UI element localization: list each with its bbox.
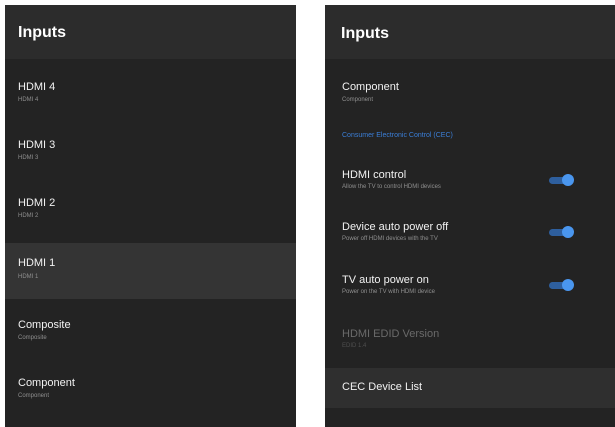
panel-header: Inputs	[325, 5, 615, 59]
setting-subtitle: Power on the TV with HDMI device	[342, 289, 435, 295]
toggle-knob	[562, 174, 574, 186]
component-title: Component	[342, 81, 399, 93]
input-item-subtitle: Component	[18, 393, 50, 399]
setting-title: HDMI control	[342, 169, 407, 181]
component-item[interactable]: Component Component	[325, 69, 615, 115]
tv-auto-power-on-toggle[interactable]	[547, 279, 575, 291]
page-title: Inputs	[18, 24, 66, 41]
input-item-title: HDMI 4	[18, 81, 56, 93]
toggle-knob	[562, 279, 574, 291]
hdmi-edid-version-setting: HDMI EDID Version EDID 1.4	[325, 317, 615, 361]
hdmi-control-setting[interactable]: HDMI control Allow the TV to control HDM…	[325, 160, 615, 204]
input-item-component[interactable]: Component Component	[5, 365, 296, 415]
input-item-composite[interactable]: Composite Composite	[5, 307, 296, 357]
setting-title: HDMI EDID Version	[342, 328, 440, 340]
panel-header: Inputs	[5, 5, 296, 59]
input-item-title: Component	[18, 377, 75, 389]
toggle-knob	[562, 226, 574, 238]
hdmi-control-toggle[interactable]	[547, 174, 575, 186]
inputs-panel-right: Inputs Component Component Consumer Elec…	[325, 5, 615, 427]
input-item-subtitle: Composite	[18, 335, 47, 341]
input-item-title: HDMI 2	[18, 197, 56, 209]
input-item-title: HDMI 3	[18, 139, 56, 151]
setting-subtitle: EDID 1.4	[342, 343, 367, 349]
input-item-hdmi-4[interactable]: HDMI 4 HDMI 4	[5, 69, 296, 119]
input-item-hdmi-2[interactable]: HDMI 2 HDMI 2	[5, 185, 296, 235]
setting-subtitle: Power off HDMI devices with the TV	[342, 236, 438, 242]
cec-section-label: Consumer Electronic Control (CEC)	[342, 132, 453, 139]
device-auto-power-off-setting[interactable]: Device auto power off Power off HDMI dev…	[325, 212, 615, 256]
input-item-subtitle: HDMI 3	[18, 155, 39, 161]
tv-auto-power-on-setting[interactable]: TV auto power on Power on the TV with HD…	[325, 265, 615, 309]
inputs-panel-left: Inputs HDMI 4 HDMI 4 HDMI 3 HDMI 3 HDMI …	[5, 5, 296, 427]
setting-title: TV auto power on	[342, 274, 429, 286]
cec-device-list-item[interactable]: CEC Device List	[325, 368, 615, 408]
setting-title: Device auto power off	[342, 221, 449, 233]
device-auto-power-off-toggle[interactable]	[547, 226, 575, 238]
input-item-subtitle: HDMI 4	[18, 97, 39, 103]
input-item-hdmi-3[interactable]: HDMI 3 HDMI 3	[5, 127, 296, 177]
input-item-title: Composite	[18, 319, 71, 331]
input-item-subtitle: HDMI 1	[18, 274, 39, 280]
cec-device-list-label: CEC Device List	[342, 381, 423, 393]
component-subtitle: Component	[342, 97, 374, 103]
input-item-title: HDMI 1	[18, 257, 56, 269]
page-title: Inputs	[341, 25, 389, 42]
input-item-subtitle: HDMI 2	[18, 213, 39, 219]
input-item-hdmi-1[interactable]: HDMI 1 HDMI 1	[5, 243, 296, 299]
setting-subtitle: Allow the TV to control HDMI devices	[342, 184, 441, 190]
